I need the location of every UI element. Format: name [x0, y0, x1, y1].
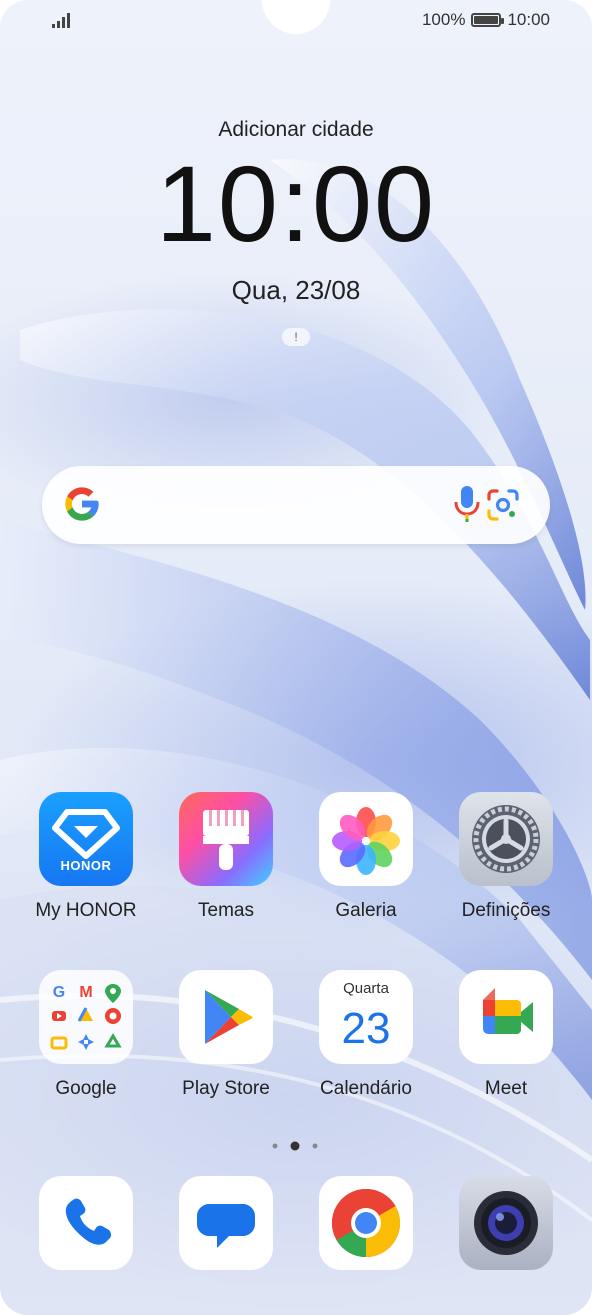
calendar-day-name: Quarta: [343, 980, 389, 997]
dock-phone[interactable]: [21, 1176, 151, 1270]
svg-text:G: G: [53, 984, 65, 1001]
app-gallery[interactable]: Galeria: [301, 792, 431, 922]
status-time: 10:00: [507, 10, 550, 29]
app-label: Temas: [198, 900, 254, 921]
google-folder-icon: G M: [39, 970, 133, 1064]
folder-google[interactable]: G M Google: [21, 970, 151, 1100]
app-label: Meet: [484, 1078, 528, 1099]
calendar-day-number: 23: [341, 1004, 391, 1053]
svg-text:M: M: [79, 984, 92, 1001]
app-label: My HONOR: [35, 900, 137, 921]
play-store-icon: [179, 970, 273, 1064]
date: Qua, 23/08: [231, 275, 361, 305]
app-label: Calendário: [320, 1078, 412, 1099]
info-indicator: !: [282, 328, 310, 346]
status-bar: 100% 10:00: [0, 0, 592, 40]
my-honor-icon: HONOR: [39, 792, 133, 886]
dock-camera[interactable]: [441, 1176, 571, 1270]
page-indicator[interactable]: [266, 1140, 326, 1152]
calendar-icon: Quarta 23: [319, 970, 413, 1064]
clock[interactable]: 10:00: [0, 150, 592, 258]
themes-icon: [179, 792, 273, 886]
honor-badge-text: HONOR: [60, 858, 112, 873]
google-g-icon: [65, 487, 99, 521]
settings-icon: [459, 792, 553, 886]
signal-icon: [52, 13, 70, 28]
camera-icon: [459, 1176, 553, 1270]
google-lens-icon[interactable]: [486, 488, 520, 522]
app-settings[interactable]: Definições: [441, 792, 571, 922]
voice-search-icon[interactable]: [452, 484, 482, 524]
dock-chrome[interactable]: [301, 1176, 431, 1270]
gallery-icon: [319, 792, 413, 886]
app-calendar[interactable]: Quarta 23 Calendário: [301, 970, 431, 1100]
phone-icon: [39, 1176, 133, 1270]
app-meet[interactable]: Meet: [441, 970, 571, 1100]
battery-fill: [474, 16, 499, 24]
app-play-store[interactable]: Play Store: [161, 970, 291, 1100]
battery-icon: [471, 13, 505, 27]
battery-percent: 100%: [421, 10, 466, 29]
status-right: 100% 10:00: [422, 10, 550, 30]
home-screen: 100% 10:00 Adicionar cidade 10:00 Qua, 2…: [0, 0, 592, 1315]
google-search-bar[interactable]: [42, 466, 550, 544]
meet-icon: [459, 970, 553, 1064]
chrome-icon: [319, 1176, 413, 1270]
app-label: Play Store: [182, 1078, 270, 1099]
app-my-honor[interactable]: HONOR My HONOR: [21, 792, 151, 922]
app-label: Definições: [461, 900, 551, 921]
weather-city[interactable]: Adicionar cidade: [0, 118, 592, 142]
app-label: Galeria: [335, 900, 397, 921]
app-themes[interactable]: Temas: [161, 792, 291, 922]
dock-messages[interactable]: [161, 1176, 291, 1270]
messages-icon: [179, 1176, 273, 1270]
app-label: Google: [55, 1078, 117, 1099]
